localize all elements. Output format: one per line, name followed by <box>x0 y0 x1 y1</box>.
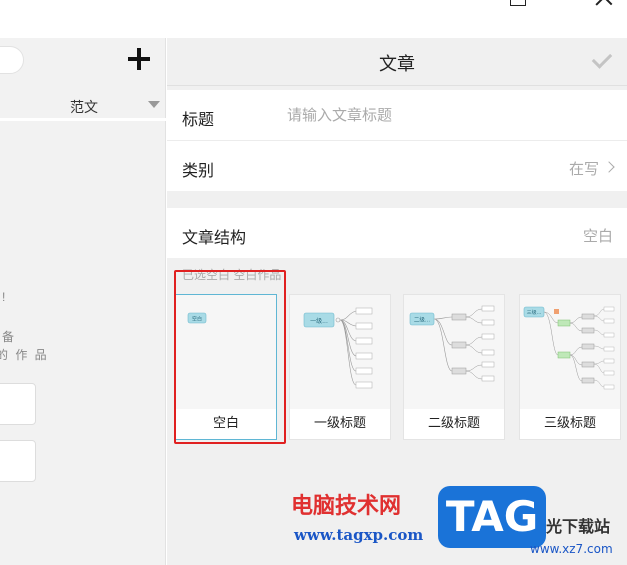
title-bar <box>0 0 627 38</box>
category-label: 类别 <box>182 163 215 180</box>
template-root-text: 三级... <box>527 309 542 316</box>
divider <box>0 118 166 121</box>
watermark-side-url: www.xz7.com <box>530 542 613 556</box>
template-card-blank[interactable]: 空白 空白 <box>175 294 277 440</box>
watermark-site-url: www.tagxp.com <box>294 526 424 544</box>
template-thumbnail: 空白 <box>176 295 276 409</box>
maximize-icon[interactable] <box>510 0 526 6</box>
search-input[interactable] <box>0 46 24 74</box>
template-thumbnail: 三级... <box>520 295 620 409</box>
chevron-right-icon <box>603 161 615 173</box>
watermark-logo: TAG <box>438 486 546 548</box>
template-label: 三级标题 <box>543 415 596 430</box>
selected-template-label: 已选空白 空白作品 <box>182 268 282 282</box>
title-row: 标题 <box>167 90 627 140</box>
template-card-level1[interactable]: 一级... 一级标题 <box>289 294 391 440</box>
structure-label: 文章结构 <box>182 230 247 247</box>
triangle-down-icon <box>148 101 160 108</box>
title-label: 标题 <box>182 112 215 129</box>
template-list: 空白 空白 一级... 一级标题 二级... 二级标题 三级... 三级标题 <box>167 286 627 444</box>
watermark-logo-text: TAG <box>445 492 539 541</box>
structure-value: 空白 <box>582 228 613 245</box>
article-panel: 文章 标题 类别 在写 文章结构 空白 已选空白 空白作品 空白 空白 <box>167 38 627 565</box>
title-input[interactable] <box>287 104 587 126</box>
template-thumbnail: 一级... <box>290 295 390 409</box>
watermark-side-text: 光下载站 <box>546 517 611 536</box>
template-root-text: 空白 <box>192 316 202 323</box>
template-thumbnail: 二级... <box>404 295 504 409</box>
hint-text: 备 <box>2 330 17 344</box>
template-label: 空白 <box>212 415 239 430</box>
filter-label: 范文 <box>70 99 98 115</box>
template-card-level2[interactable]: 二级... 二级标题 <box>403 294 505 440</box>
hint-text: ! <box>2 290 8 304</box>
list-item[interactable] <box>0 440 36 482</box>
category-value: 在写 <box>568 161 599 178</box>
list-item[interactable] <box>0 383 36 425</box>
plus-icon[interactable] <box>126 46 152 72</box>
close-icon[interactable] <box>596 0 612 6</box>
template-label: 二级标题 <box>427 415 480 430</box>
template-root-text: 二级... <box>414 316 430 324</box>
template-card-level3[interactable]: 三级... 三级标题 <box>519 294 621 440</box>
filter-dropdown[interactable]: 范文 <box>0 88 166 118</box>
hint-text: 的 作 品 <box>0 348 49 362</box>
page-title: 文章 <box>379 54 415 74</box>
panel-header: 文章 <box>167 38 627 86</box>
category-row[interactable]: 类别 在写 <box>167 141 627 191</box>
template-label: 一级标题 <box>313 415 366 430</box>
structure-row[interactable]: 文章结构 空白 <box>167 208 627 258</box>
watermark-site-name: 电脑技术网 <box>291 494 402 519</box>
template-root-text: 一级... <box>310 317 328 325</box>
left-panel: 范文 ! 备 的 作 品 <box>0 38 166 565</box>
